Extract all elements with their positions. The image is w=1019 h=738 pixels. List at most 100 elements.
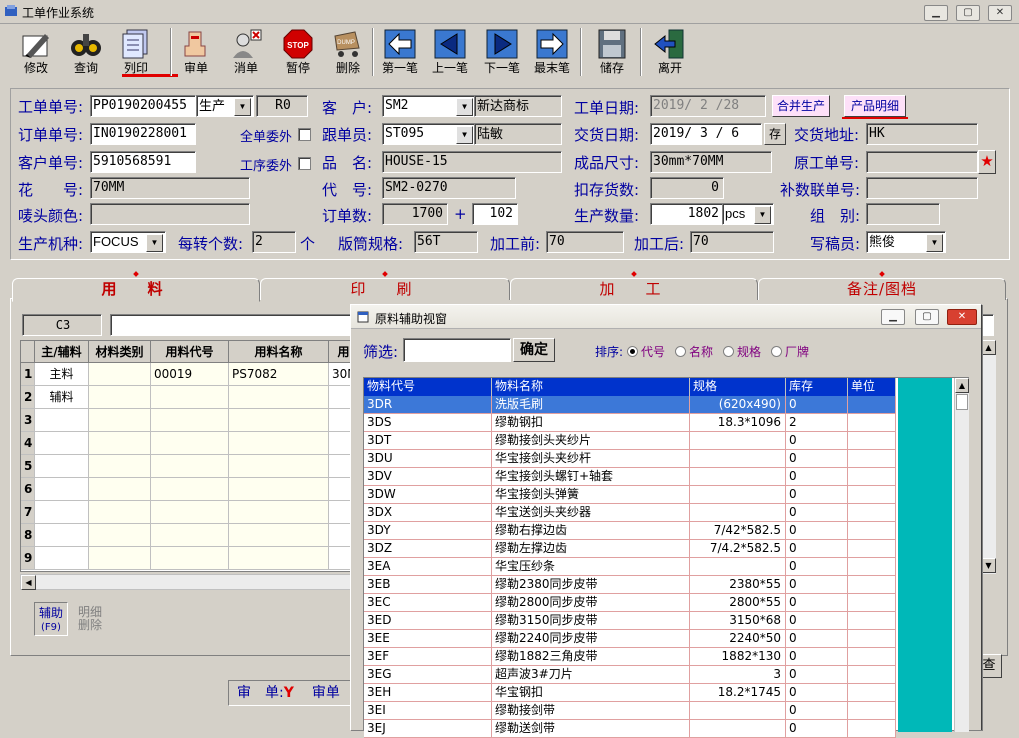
scroll-down-icon[interactable]: ▼ <box>981 558 996 573</box>
aux-button[interactable]: 辅助 (F9) <box>34 602 68 636</box>
grid-cell[interactable] <box>89 432 151 455</box>
list-cell[interactable]: 3150*68 <box>690 612 786 630</box>
list-cell[interactable]: 0 <box>786 720 848 738</box>
scroll-up-icon[interactable]: ▲ <box>981 340 996 355</box>
list-header-cell[interactable]: 库存 <box>786 378 848 396</box>
cylinder-field[interactable]: 56T <box>414 231 478 253</box>
list-cell[interactable]: 7/4.2*582.5 <box>690 540 786 558</box>
order-extra-field[interactable]: 102 <box>472 203 518 225</box>
grid-cell[interactable] <box>35 478 89 501</box>
grid-cell[interactable] <box>35 547 89 570</box>
list-header-cell[interactable]: 规格 <box>690 378 786 396</box>
list-cell[interactable]: 3 <box>690 666 786 684</box>
group-field[interactable] <box>866 203 940 225</box>
list-cell[interactable]: 3EH <box>364 684 492 702</box>
material-list[interactable]: ▲ 物料代号 物料名称 规格 库存 单位 3DR 洗版毛刷 (620x490) 0 3DS 缪勒钢扣… <box>363 377 969 738</box>
list-cell[interactable]: 华宝接剑头弹簧 <box>492 486 690 504</box>
list-cell[interactable] <box>848 630 896 648</box>
list-cell[interactable] <box>848 450 896 468</box>
list-cell[interactable]: 0 <box>786 396 848 414</box>
list-cell[interactable] <box>848 540 896 558</box>
dialog-minimize-button[interactable]: ▁ <box>881 309 905 325</box>
last-record-button[interactable]: 最末笔 <box>528 26 576 78</box>
tab-notes[interactable]: 备注/图档 <box>758 271 1006 300</box>
list-cell[interactable] <box>848 486 896 504</box>
grid-header-cell[interactable]: 用料名称 <box>229 341 329 363</box>
writer-select[interactable]: 熊俊 ▼ <box>866 231 946 253</box>
list-cell[interactable]: 缪勒右撑边齿 <box>492 522 690 540</box>
list-cell[interactable] <box>848 558 896 576</box>
tab-printing[interactable]: 印 刷 <box>260 271 510 300</box>
list-cell[interactable]: 洗版毛刷 <box>492 396 690 414</box>
list-cell[interactable]: 3DY <box>364 522 492 540</box>
grid-cell[interactable]: 辅料 <box>35 386 89 409</box>
grid-cell[interactable] <box>229 386 329 409</box>
scroll-left-icon[interactable]: ◀ <box>21 575 36 590</box>
list-cell[interactable]: 0 <box>786 612 848 630</box>
materials-grid[interactable]: 主/辅料 材料类别 用料代号 用料名称用 1 主料 00019 PS7082 30M 2 辅料 3 4 5… <box>20 340 360 572</box>
list-cell[interactable]: 3DZ <box>364 540 492 558</box>
list-cell[interactable] <box>848 684 896 702</box>
list-cell[interactable] <box>848 396 896 414</box>
grid-cell[interactable] <box>35 432 89 455</box>
grid-cell[interactable] <box>229 455 329 478</box>
list-cell[interactable] <box>690 432 786 450</box>
grid-cell[interactable] <box>151 432 229 455</box>
list-cell[interactable]: 3EF <box>364 648 492 666</box>
delivery-date-field[interactable]: 2019/ 3 / 6 <box>650 123 762 145</box>
grid-cell[interactable] <box>89 455 151 478</box>
list-cell[interactable]: 1882*130 <box>690 648 786 666</box>
maximize-button[interactable]: ▢ <box>956 5 980 21</box>
chevron-down-icon[interactable]: ▼ <box>456 98 473 116</box>
minimize-button[interactable]: ▁ <box>924 5 948 21</box>
grid-cell[interactable] <box>151 524 229 547</box>
first-record-button[interactable]: 第一笔 <box>376 26 424 78</box>
list-cell[interactable]: 0 <box>786 468 848 486</box>
list-cell[interactable]: 3DT <box>364 432 492 450</box>
grid-cell[interactable]: PS7082 <box>229 363 329 386</box>
list-cell[interactable]: 缪勒2800同步皮带 <box>492 594 690 612</box>
list-cell[interactable]: 华宝钢扣 <box>492 684 690 702</box>
list-cell[interactable]: 华宝送剑头夹纱器 <box>492 504 690 522</box>
grid-cell[interactable] <box>229 501 329 524</box>
product-detail-button[interactable]: 产品明细 <box>844 95 906 117</box>
list-cell[interactable]: 0 <box>786 648 848 666</box>
list-cell[interactable] <box>690 504 786 522</box>
list-cell[interactable]: 3ED <box>364 612 492 630</box>
list-cell[interactable]: 缪勒接剑头夹纱片 <box>492 432 690 450</box>
list-cell[interactable] <box>690 468 786 486</box>
list-cell[interactable]: 3EA <box>364 558 492 576</box>
list-cell[interactable]: 华宝压纱条 <box>492 558 690 576</box>
radio-icon[interactable] <box>723 346 734 357</box>
delete-button[interactable]: DUMP 删除 <box>324 26 372 78</box>
list-cell[interactable] <box>690 486 786 504</box>
grid-header-cell[interactable]: 主/辅料 <box>35 341 89 363</box>
list-header-cell[interactable]: 单位 <box>848 378 896 396</box>
pre-process-field[interactable]: 70 <box>546 231 624 253</box>
list-cell[interactable] <box>848 576 896 594</box>
grid-cell[interactable]: 主料 <box>35 363 89 386</box>
list-cell[interactable] <box>848 702 896 720</box>
dialog-close-button[interactable]: ✕ <box>947 309 977 325</box>
chevron-down-icon[interactable]: ▼ <box>926 234 943 252</box>
grid-cell[interactable] <box>35 501 89 524</box>
grid-cell[interactable] <box>229 478 329 501</box>
list-cell[interactable]: 0 <box>786 576 848 594</box>
list-cell[interactable]: 缪勒左撑边齿 <box>492 540 690 558</box>
formula-bar[interactable] <box>110 314 354 336</box>
list-cell[interactable]: 3EE <box>364 630 492 648</box>
grid-cell[interactable] <box>151 478 229 501</box>
sort-by-name-radio[interactable]: 名称 <box>675 343 713 360</box>
next-record-button[interactable]: 下一笔 <box>478 26 526 78</box>
list-cell[interactable] <box>690 558 786 576</box>
list-cell[interactable] <box>690 702 786 720</box>
list-vscrollbar[interactable]: ▲ <box>954 378 969 732</box>
pause-button[interactable]: STOP 暂停 <box>274 26 322 78</box>
list-cell[interactable]: 2800*55 <box>690 594 786 612</box>
list-cell[interactable]: 3DW <box>364 486 492 504</box>
sort-by-spec-radio[interactable]: 规格 <box>723 343 761 360</box>
list-cell[interactable]: 2380*55 <box>690 576 786 594</box>
list-cell[interactable]: 3DV <box>364 468 492 486</box>
grid-cell[interactable] <box>89 386 151 409</box>
detail-delete-button[interactable]: 明细 删除 <box>72 606 108 636</box>
